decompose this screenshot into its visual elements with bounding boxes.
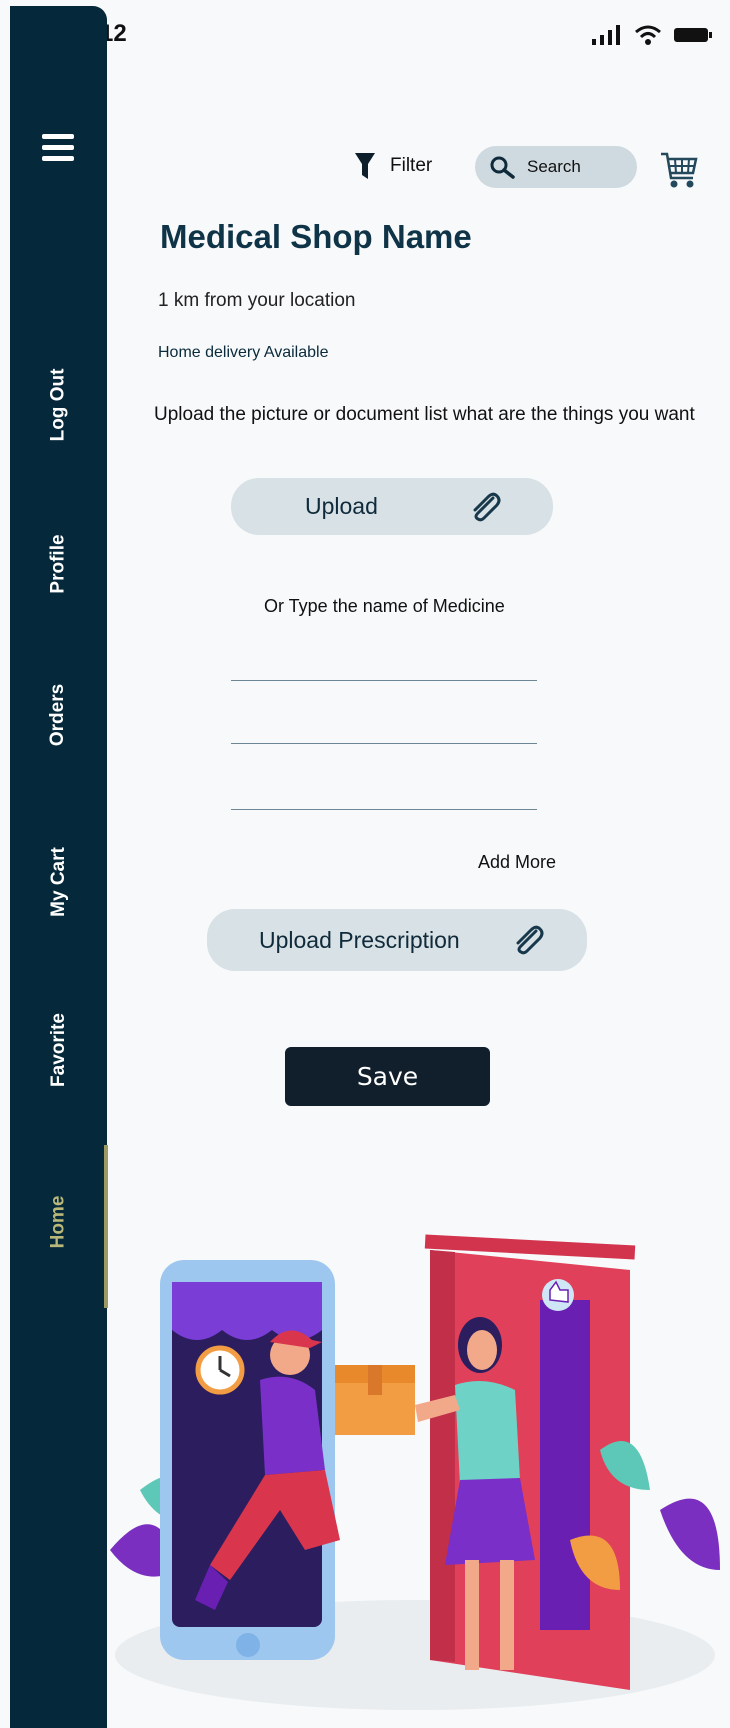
sidebar-item-orders[interactable]: Orders xyxy=(10,669,107,761)
sidebar-item-favorite[interactable]: Favorite xyxy=(10,1004,107,1096)
paperclip-icon xyxy=(473,492,501,522)
medicine-name-input[interactable] xyxy=(231,648,537,681)
sidebar-item-label: Orders xyxy=(47,683,69,747)
shopping-cart-icon[interactable] xyxy=(660,150,698,190)
paperclip-icon xyxy=(516,925,544,955)
funnel-icon xyxy=(355,153,375,179)
battery-icon xyxy=(674,28,712,42)
delivery-illustration xyxy=(110,1234,720,1710)
sidebar-item-my-cart[interactable]: My Cart xyxy=(10,836,107,928)
search-input[interactable] xyxy=(525,156,625,178)
sidebar: Log Out Profile Orders My Cart Favorite … xyxy=(10,6,107,1728)
delivery-status: Home delivery Available xyxy=(158,344,329,361)
upload-instruction: Upload the picture or document list what… xyxy=(154,404,695,425)
search-bar[interactable] xyxy=(475,146,637,188)
sidebar-item-home[interactable]: Home xyxy=(10,1176,107,1268)
sidebar-item-label: Profile xyxy=(47,534,69,594)
upload-button[interactable]: Upload xyxy=(231,478,553,535)
status-icons xyxy=(590,24,712,46)
upload-prescription-label: Upload Prescription xyxy=(259,927,460,953)
sidebar-item-label: Home xyxy=(47,1195,69,1249)
upload-prescription-button[interactable]: Upload Prescription xyxy=(207,909,587,971)
save-button[interactable]: Save xyxy=(285,1047,490,1106)
sidebar-item-profile[interactable]: Profile xyxy=(10,518,107,610)
filter-button[interactable]: Filter xyxy=(354,152,432,180)
wifi-icon xyxy=(635,25,661,45)
magnifier-icon xyxy=(490,156,515,179)
sidebar-item-label: Log Out xyxy=(47,368,69,442)
shop-distance: 1 km from your location xyxy=(158,290,356,311)
filter-label: Filter xyxy=(390,155,433,176)
medicine-name-input[interactable] xyxy=(231,777,537,810)
hamburger-menu-icon[interactable] xyxy=(42,134,74,167)
upload-label: Upload xyxy=(305,493,378,519)
signal-icon xyxy=(592,25,620,45)
sidebar-item-label: Favorite xyxy=(47,1013,69,1087)
medicine-name-input[interactable] xyxy=(231,711,537,744)
sidebar-item-logout[interactable]: Log Out xyxy=(10,359,107,451)
page: 12 Log Out Profile Orders My Cart Favori… xyxy=(0,0,730,1728)
or-type-label: Or Type the name of Medicine xyxy=(264,596,505,616)
add-more-link[interactable]: Add More xyxy=(478,852,556,873)
sidebar-item-label: My Cart xyxy=(47,847,69,917)
shop-name: Medical Shop Name xyxy=(160,218,472,255)
